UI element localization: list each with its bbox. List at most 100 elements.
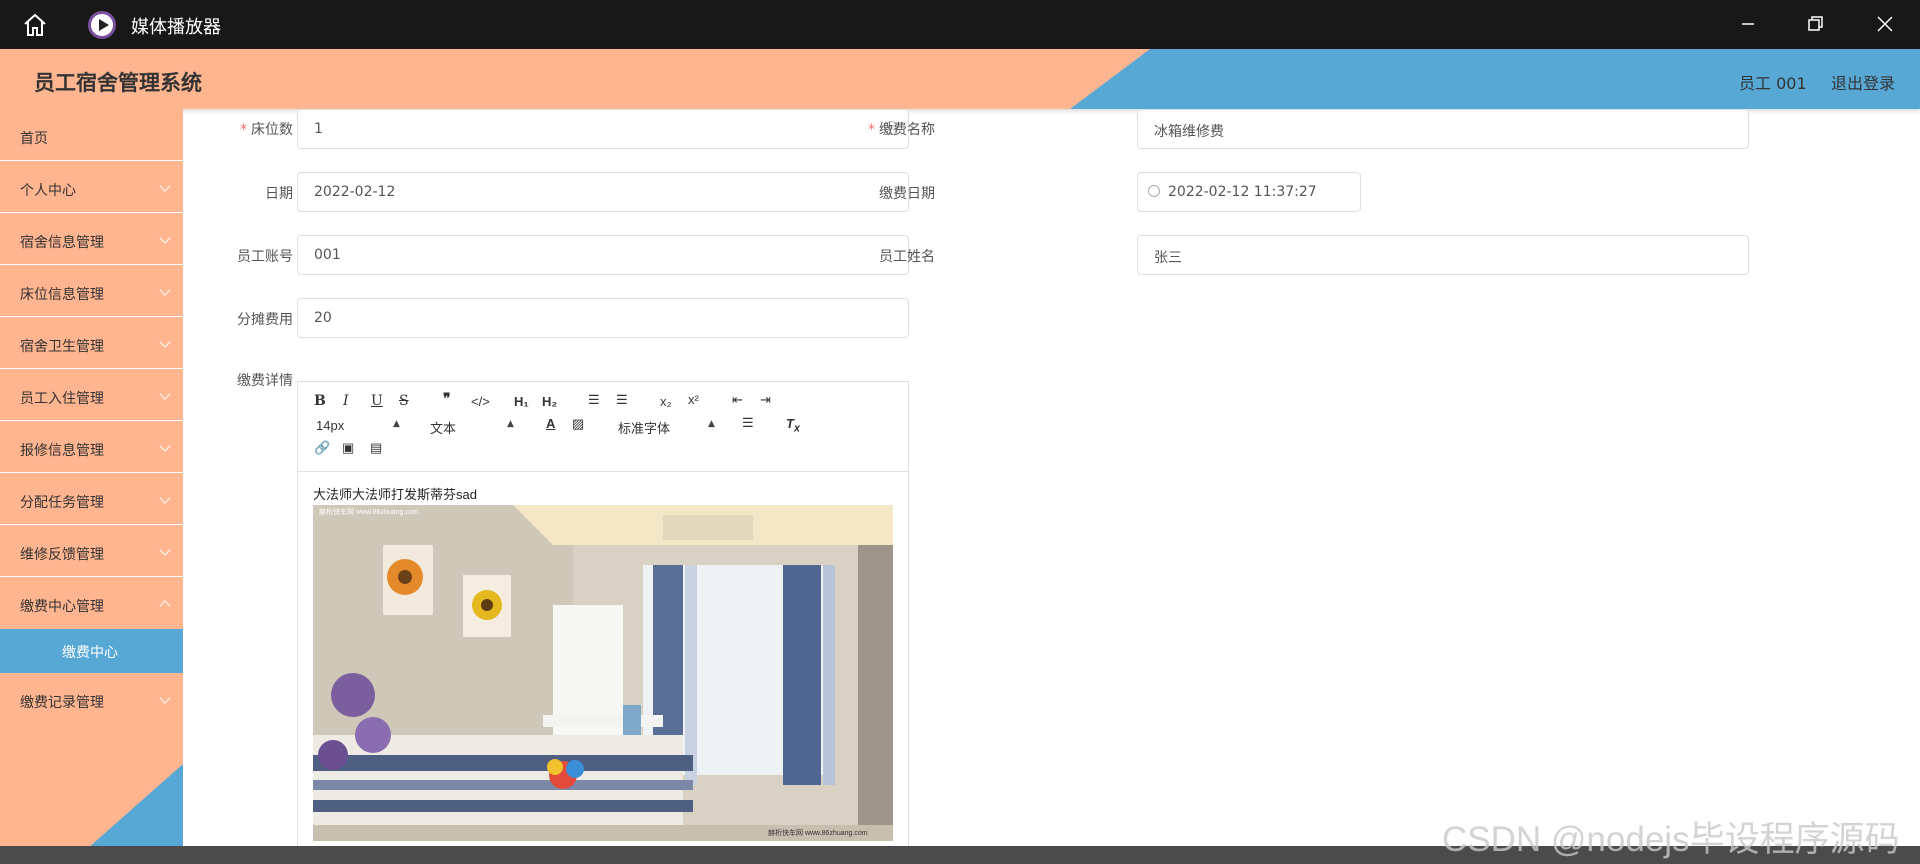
- media-player-icon: [88, 11, 116, 39]
- account-label: 员工账号: [237, 249, 293, 265]
- editor-text: 大法师大法师打发斯蒂芬sad: [313, 487, 477, 502]
- sidebar-item-label: 缴费中心管理: [20, 599, 104, 615]
- sidebar-item-dorm-hygiene[interactable]: 宿舍卫生管理: [0, 317, 183, 369]
- sidebar-item-label: 个人中心: [20, 183, 76, 199]
- sidebar-item-repair-info[interactable]: 报修信息管理: [0, 421, 183, 473]
- ordered-list-icon[interactable]: ☰: [588, 392, 600, 408]
- chevron-down-icon: [159, 440, 171, 452]
- beds-input[interactable]: 1: [297, 109, 909, 149]
- logout-link[interactable]: 退出登录: [1831, 70, 1895, 94]
- font-size-select[interactable]: 14px: [316, 418, 344, 433]
- fee-name-label: * 缴费名称: [868, 122, 935, 138]
- share-fee-input[interactable]: 20: [297, 298, 909, 338]
- sidebar-item-label: 报修信息管理: [20, 443, 104, 459]
- restore-icon[interactable]: [1801, 10, 1829, 38]
- name-label: 员工姓名: [879, 249, 935, 265]
- sidebar-item-repair-feedback[interactable]: 维修反馈管理: [0, 525, 183, 577]
- date-label: 日期: [265, 186, 293, 202]
- account-input[interactable]: 001: [297, 235, 909, 275]
- clear-format-icon[interactable]: Tx: [786, 416, 800, 435]
- pay-date-picker[interactable]: 2022-02-12 11:37:27: [1137, 172, 1361, 212]
- editor-content[interactable]: 大法师大法师打发斯蒂芬sad 赫析快车网 www.86zhuang.com 赫析…: [298, 472, 908, 853]
- minimize-icon[interactable]: [1734, 10, 1762, 38]
- chevron-down-icon: [159, 284, 171, 296]
- close-icon[interactable]: [1871, 10, 1899, 38]
- sidebar-item-label: 宿舍卫生管理: [20, 339, 104, 355]
- image-icon[interactable]: ▣: [342, 440, 354, 456]
- chevron-down-icon: [159, 388, 171, 400]
- window-title-bar: 媒体播放器: [0, 0, 1920, 49]
- align-icon[interactable]: ☰: [742, 415, 754, 431]
- chevron-down-icon: [159, 692, 171, 704]
- sidebar-subitem-payment-center[interactable]: 缴费中心: [0, 629, 183, 673]
- heading1-icon[interactable]: H₁: [514, 394, 529, 409]
- superscript-icon[interactable]: x²: [688, 392, 699, 407]
- home-icon[interactable]: [22, 12, 48, 38]
- font-color-icon[interactable]: A: [546, 416, 555, 431]
- system-title: 员工宿舍管理系统: [34, 71, 202, 95]
- bedroom-photo: 赫析快车网 www.86zhuang.com 赫析快车网 www.86zhuan…: [313, 505, 893, 841]
- strikethrough-icon[interactable]: S: [399, 393, 409, 409]
- select-arrows-icon: ▲: [393, 419, 400, 429]
- app-title: 媒体播放器: [131, 17, 221, 38]
- sidebar-item-label: 维修反馈管理: [20, 547, 104, 563]
- sidebar-item-payment-center-mgmt[interactable]: 缴费中心管理: [0, 577, 183, 629]
- sidebar-item-personal-center[interactable]: 个人中心: [0, 161, 183, 213]
- fee-name-input[interactable]: 冰箱维修费: [1137, 109, 1749, 149]
- sidebar-item-bed-info[interactable]: 床位信息管理: [0, 265, 183, 317]
- code-block-icon[interactable]: </>: [471, 394, 490, 409]
- blockquote-icon[interactable]: ❞: [443, 391, 451, 407]
- underline-icon[interactable]: U: [371, 393, 383, 409]
- image-watermark-bottom: 赫析快车网 www.86zhuang.com: [768, 828, 868, 837]
- sidebar-item-label: 床位信息管理: [20, 287, 104, 303]
- sidebar-item-payment-records[interactable]: 缴费记录管理: [0, 673, 183, 725]
- detail-label: 缴费详情: [237, 373, 293, 389]
- rich-text-editor[interactable]: B I U S ❞ </> H₁ H₂ ☰ ☰ x₂ x² ⇤ ⇥ 14px ▲…: [297, 381, 909, 861]
- app-header: 员工宿舍管理系统 员工 001 退出登录: [0, 49, 1920, 109]
- pay-date-label: 缴费日期: [879, 186, 935, 202]
- required-mark: *: [240, 122, 247, 138]
- date-input[interactable]: 2022-02-12: [297, 172, 909, 212]
- sidebar-item-checkin[interactable]: 员工入住管理: [0, 369, 183, 421]
- sidebar-item-label: 宿舍信息管理: [20, 235, 104, 251]
- bullet-list-icon[interactable]: ☰: [616, 392, 628, 408]
- italic-icon[interactable]: I: [343, 393, 349, 409]
- clock-icon: [1148, 185, 1160, 197]
- block-format-select[interactable]: 文本: [430, 418, 456, 437]
- required-mark: *: [868, 122, 875, 138]
- name-input[interactable]: 张三: [1137, 235, 1749, 275]
- background-color-icon[interactable]: ▨: [572, 416, 584, 432]
- sidebar-item-label: 分配任务管理: [20, 495, 104, 511]
- sidebar: 首页 个人中心 宿舍信息管理 床位信息管理 宿舍卫生管理 员工入住管理 报修信息…: [0, 109, 183, 864]
- select-arrows-icon: ▲: [507, 419, 514, 429]
- beds-label: * 床位数: [240, 122, 293, 138]
- current-user: 员工 001: [1739, 74, 1807, 93]
- sidebar-item-label: 员工入住管理: [20, 391, 104, 407]
- payment-form: * 床位数 1 * 缴费名称 冰箱维修费 日期 2022-02-12 缴费日期 20…: [183, 109, 1920, 861]
- chevron-down-icon: [159, 544, 171, 556]
- chevron-up-icon: [159, 600, 171, 612]
- indent-icon[interactable]: ⇥: [760, 392, 771, 408]
- font-family-select[interactable]: 标准字体: [618, 418, 670, 437]
- csdn-watermark: CSDN @nodejs毕设程序源码: [1442, 820, 1900, 859]
- chevron-down-icon: [159, 492, 171, 504]
- video-icon[interactable]: ▤: [370, 440, 382, 456]
- sidebar-item-home[interactable]: 首页: [0, 109, 183, 161]
- outdent-icon[interactable]: ⇤: [732, 392, 743, 408]
- chevron-down-icon: [159, 180, 171, 192]
- subscript-icon[interactable]: x₂: [660, 394, 672, 409]
- bedroom-image: 赫析快车网 www.86zhuang.com 赫析快车网 www.86zhuan…: [313, 505, 893, 841]
- chevron-down-icon: [159, 336, 171, 348]
- sidebar-item-task-assign[interactable]: 分配任务管理: [0, 473, 183, 525]
- link-icon[interactable]: 🔗: [314, 440, 330, 456]
- chevron-down-icon: [159, 232, 171, 244]
- bold-icon[interactable]: B: [314, 393, 326, 409]
- heading2-icon[interactable]: H₂: [542, 394, 557, 409]
- select-arrows-icon: ▲: [708, 419, 715, 429]
- image-watermark-top: 赫析快车网 www.86zhuang.com: [319, 507, 419, 516]
- share-fee-label: 分摊费用: [237, 312, 293, 328]
- sidebar-item-label: 首页: [20, 131, 48, 147]
- sidebar-item-dorm-info[interactable]: 宿舍信息管理: [0, 213, 183, 265]
- sidebar-item-label: 缴费记录管理: [20, 695, 104, 711]
- editor-toolbar: B I U S ❞ </> H₁ H₂ ☰ ☰ x₂ x² ⇤ ⇥ 14px ▲…: [298, 382, 908, 472]
